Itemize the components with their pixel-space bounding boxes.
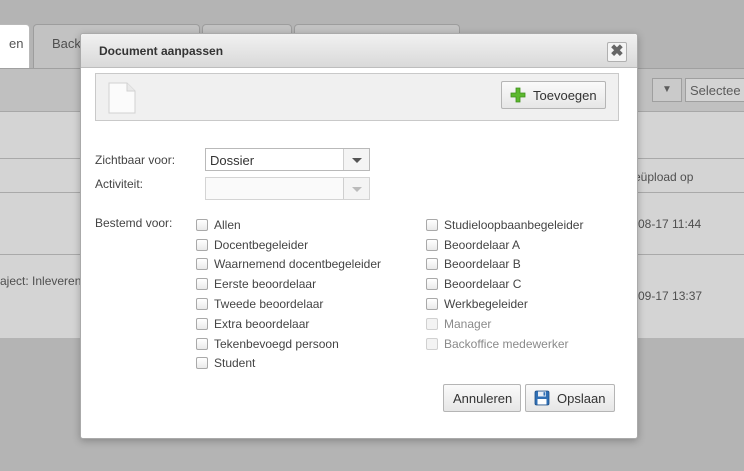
checkbox-label: Beoordelaar C bbox=[444, 277, 522, 291]
visible-for-label: Zichtbaar voor: bbox=[95, 153, 176, 167]
checkbox[interactable] bbox=[426, 258, 438, 270]
checkbox[interactable] bbox=[196, 219, 208, 231]
checkbox[interactable] bbox=[196, 258, 208, 270]
checkbox[interactable] bbox=[426, 239, 438, 251]
dialog-header: Document aanpassen ✖ bbox=[81, 34, 637, 68]
checkbox-label: Extra beoordelaar bbox=[214, 317, 310, 331]
checkbox-label: Allen bbox=[214, 218, 241, 232]
checkbox[interactable] bbox=[196, 357, 208, 369]
chevron-down-icon bbox=[343, 149, 369, 170]
checkbox-label: Studieloopbaanbegeleider bbox=[444, 218, 584, 232]
checkbox-label: Werkbegeleider bbox=[444, 297, 528, 311]
chevron-down-icon bbox=[343, 178, 369, 199]
add-button[interactable]: Toevoegen bbox=[501, 81, 606, 109]
edit-document-dialog: Document aanpassen ✖ Toevoegen Zichtbaar… bbox=[80, 33, 638, 439]
add-button-label: Toevoegen bbox=[533, 88, 597, 103]
activity-label: Activiteit: bbox=[95, 177, 144, 191]
checkbox bbox=[426, 318, 438, 330]
checkbox-label: Student bbox=[214, 356, 256, 370]
checkbox-label: Eerste beoordelaar bbox=[214, 277, 317, 291]
checkbox-label: Backoffice medewerker bbox=[444, 337, 569, 351]
checkbox-label: Manager bbox=[444, 317, 492, 331]
cancel-button[interactable]: Annuleren bbox=[443, 384, 521, 412]
checkbox-label: Waarnemend docentbegeleider bbox=[214, 257, 381, 271]
activity-select[interactable] bbox=[205, 177, 370, 200]
close-icon: ✖ bbox=[610, 43, 624, 60]
checkbox bbox=[426, 338, 438, 350]
document-upload-area: Toevoegen bbox=[95, 73, 619, 121]
save-button-label: Opslaan bbox=[557, 391, 606, 406]
checkbox-label: Beoordelaar A bbox=[444, 238, 521, 252]
intended-for-label: Bestemd voor: bbox=[95, 216, 173, 230]
checkbox-label: Beoordelaar B bbox=[444, 257, 521, 271]
checkbox[interactable] bbox=[426, 298, 438, 310]
dialog-title: Document aanpassen bbox=[99, 44, 224, 58]
save-disk-icon bbox=[534, 390, 550, 406]
cancel-button-label: Annuleren bbox=[453, 391, 513, 406]
checkbox[interactable] bbox=[196, 338, 208, 350]
close-button[interactable]: ✖ bbox=[607, 42, 627, 62]
checkbox-label: Tekenbevoegd persoon bbox=[214, 337, 339, 351]
checkbox-label: Tweede beoordelaar bbox=[214, 297, 324, 311]
checkbox[interactable] bbox=[196, 278, 208, 290]
checkbox[interactable] bbox=[196, 298, 208, 310]
checkbox[interactable] bbox=[426, 278, 438, 290]
background-tab-active[interactable]: en bbox=[0, 24, 30, 68]
checkbox[interactable] bbox=[426, 219, 438, 231]
checkbox[interactable] bbox=[196, 318, 208, 330]
save-button[interactable]: Opslaan bbox=[525, 384, 615, 412]
plus-icon bbox=[510, 87, 526, 103]
background-tab-label: en bbox=[9, 36, 24, 51]
document-icon bbox=[108, 82, 136, 114]
checkbox[interactable] bbox=[196, 239, 208, 251]
visible-for-select[interactable]: Dossier bbox=[205, 148, 370, 171]
visible-for-value: Dossier bbox=[210, 153, 255, 168]
checkbox-label: Docentbegeleider bbox=[214, 238, 309, 252]
